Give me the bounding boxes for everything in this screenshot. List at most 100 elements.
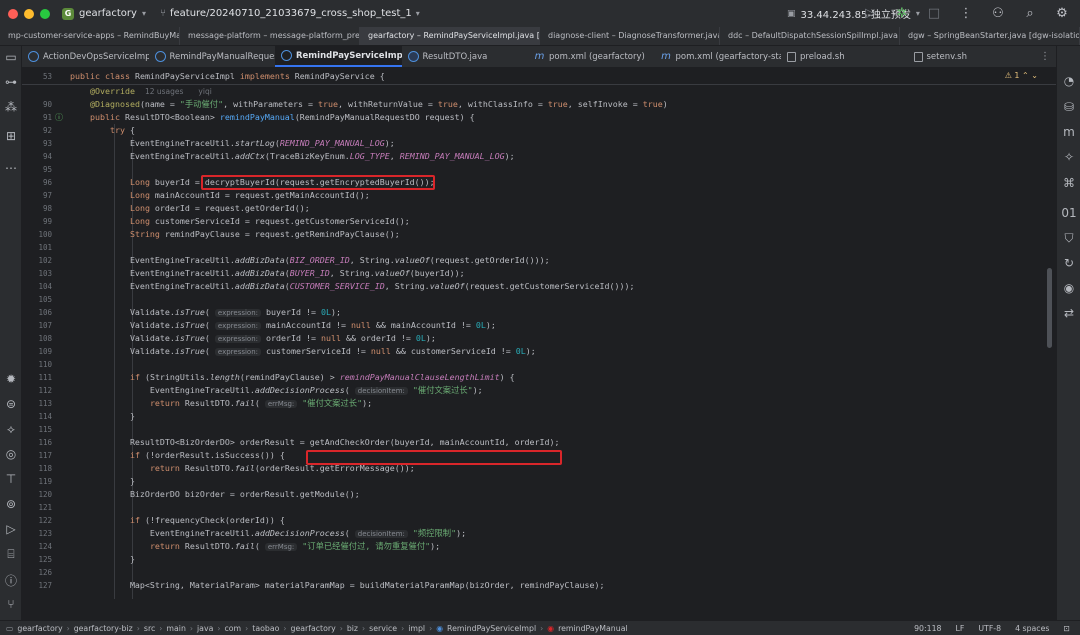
search-icon[interactable]: ⌕	[1020, 6, 1040, 21]
file-encoding[interactable]: UTF-8	[978, 624, 1001, 633]
window-controls	[8, 8, 50, 19]
java-class-icon: ◉	[436, 623, 444, 633]
project-tab[interactable]: mp-customer-service-apps – RemindBuyMa	[0, 27, 180, 45]
editor-tab[interactable]: ActionDevOpsServiceImpl.java	[22, 46, 149, 67]
breadcrumb-item[interactable]: src	[144, 624, 155, 633]
string-literal: "订单已经催付过, 请勿重复催付"	[302, 541, 431, 551]
line-gutter: 90 91 92 93 94 95 96 97 98 99 100 101 10…	[22, 68, 64, 620]
terminal-icon[interactable]: ⌸	[0, 547, 22, 562]
build-icon[interactable]: ⊜	[0, 397, 22, 411]
settings-gear-icon[interactable]: ⚙	[1052, 6, 1072, 21]
breadcrumb-item[interactable]: gearfactory	[17, 624, 62, 633]
modules-icon[interactable]: ⊞	[0, 129, 22, 143]
breadcrumb-item[interactable]: com	[224, 624, 241, 633]
author-hint[interactable]: yiqi	[198, 87, 211, 96]
run-icon[interactable]: ▷	[0, 522, 22, 536]
project-tab[interactable]: message-platform – message-platform_prel	[180, 27, 360, 45]
breadcrumb-item[interactable]: gearfactory	[291, 624, 336, 633]
code-line: return ResultDTO.fail( errMsg: "订单已经催付过,…	[149, 541, 441, 551]
notifications-bell-icon[interactable]: ◔	[1057, 74, 1080, 88]
line-number: 96	[42, 178, 52, 187]
line-number: 107	[38, 321, 52, 330]
code-content[interactable]: @Override 12 usages yiqi @Diagnosed(name…	[70, 68, 1056, 620]
breadcrumb-item[interactable]: taobao	[252, 624, 279, 633]
maven-icon: m	[534, 51, 545, 62]
breadcrumb-item[interactable]: service	[369, 624, 397, 633]
editor-tab[interactable]: RemindPayManualRequestDO.java	[149, 46, 275, 67]
breadcrumb-item[interactable]: remindPayManual	[558, 624, 628, 633]
project-tab-active[interactable]: gearfactory – RemindPayServiceImpl.java …	[360, 27, 540, 45]
line-number: 105	[38, 295, 52, 304]
maximize-window-button[interactable]	[40, 8, 50, 19]
endpoints-icon[interactable]: ⊚	[0, 497, 22, 511]
project-tab[interactable]: dgw – SpringBeanStarter.java [dgw-isolat…	[900, 27, 1080, 45]
copilot-icon[interactable]: ⌘	[1057, 176, 1080, 190]
project-selector[interactable]: G gearfactory ▾	[62, 7, 146, 20]
vertical-scrollbar[interactable]	[1047, 268, 1052, 348]
java-class-icon	[154, 51, 166, 62]
commit-icon[interactable]: ⊶	[0, 75, 22, 89]
project-tab[interactable]: diagnose-client – DiagnoseTransformer.ja…	[540, 27, 720, 45]
git-icon[interactable]: ⑂	[0, 597, 22, 611]
services-icon[interactable]: ◎	[0, 447, 22, 461]
user-icon[interactable]: ⚇	[988, 6, 1008, 21]
code-line: @Diagnosed(name = "手动催付", withParameters…	[89, 99, 668, 109]
code-line: }	[70, 554, 135, 564]
line-number: 114	[38, 412, 52, 421]
close-window-button[interactable]	[8, 8, 18, 19]
string-literal: "催付文案过长"	[302, 398, 363, 408]
code-line: BizOrderDO bizOrder = orderResult.getMod…	[70, 489, 360, 499]
more-vertical-icon[interactable]: ⋮	[1034, 46, 1056, 67]
database-icon[interactable]: ⛁	[1057, 100, 1080, 114]
breadcrumb-item[interactable]: impl	[408, 624, 425, 633]
project-name: gearfactory	[79, 8, 137, 19]
shield-icon[interactable]: ⛉	[1057, 231, 1080, 246]
structure-icon[interactable]: ⁂	[0, 100, 22, 114]
code-line: if (StringUtils.length(remindPayClause) …	[129, 372, 515, 382]
stop-icon[interactable]: □	[924, 6, 944, 21]
breadcrumb-item[interactable]: RemindPayServiceImpl	[447, 624, 536, 633]
editor-tab[interactable]: preload.sh	[781, 46, 908, 67]
line-number: 126	[38, 568, 52, 577]
line-number: 102	[38, 256, 52, 265]
hammer-icon[interactable]: ⊤	[0, 472, 22, 486]
editor-tab[interactable]: m pom.xml (gearfactory-start)	[655, 46, 782, 67]
ai-assistant-icon[interactable]: ✧	[1057, 150, 1080, 164]
breadcrumb-item[interactable]: gearfactory-biz	[74, 624, 133, 633]
project-tab[interactable]: ddc – DefaultDispatchSessionSpilImpl.jav…	[720, 27, 900, 45]
maven-icon[interactable]: m	[1057, 125, 1080, 139]
minimize-window-button[interactable]	[24, 8, 34, 19]
bookmark-icon[interactable]: ⟡	[0, 422, 22, 437]
plugin-icon[interactable]: ◉	[1057, 281, 1080, 295]
cursor-position[interactable]: 90:118	[914, 624, 941, 633]
indent-setting[interactable]: 4 spaces	[1015, 624, 1049, 633]
more-vertical-icon[interactable]: ⋮	[956, 6, 976, 21]
line-ending[interactable]: LF	[956, 624, 965, 633]
editor-tab-active[interactable]: RemindPayServiceImpl.java✕	[275, 46, 402, 67]
code-line: Long mainAccountId = request.getMainAcco…	[129, 190, 370, 200]
usages-hint[interactable]: 12 usages	[145, 87, 183, 96]
editor-tab[interactable]: setenv.sh	[908, 46, 1035, 67]
binary-icon[interactable]: 01	[1057, 206, 1080, 220]
bug-icon[interactable]: ✹	[0, 372, 22, 386]
more-horizontal-icon[interactable]: ⋯	[0, 161, 22, 175]
breadcrumb-item[interactable]: java	[197, 624, 213, 633]
param-hint: expression:	[214, 335, 262, 343]
problems-icon[interactable]: ⓘ	[0, 572, 22, 589]
branch-selector[interactable]: ⑂ feature/20240710_21033679_cross_shop_t…	[160, 8, 420, 19]
api-icon[interactable]: ⇄	[1057, 306, 1080, 320]
code-editor[interactable]: 90 91 92 93 94 95 96 97 98 99 100 101 10…	[22, 68, 1056, 620]
breadcrumb-item[interactable]: biz	[347, 624, 358, 633]
run-icon[interactable]: ▷	[860, 6, 880, 21]
tab-label: pom.xml (gearfactory-start)	[675, 51, 782, 62]
refresh-icon[interactable]: ↻	[1057, 256, 1080, 270]
editor-tab[interactable]: m pom.xml (gearfactory)	[528, 46, 655, 67]
implementation-gutter-icon[interactable]: ⓘ	[55, 111, 63, 124]
lock-icon[interactable]: ⊡	[1063, 624, 1070, 633]
warning-indicator[interactable]: ⚠ 1 ⌃ ⌄	[1005, 71, 1038, 80]
line-number: 120	[38, 490, 52, 499]
project-folder-icon[interactable]: ▭	[0, 50, 22, 64]
editor-tab[interactable]: ResultDTO.java	[402, 46, 529, 67]
debug-icon[interactable]: ✲	[892, 6, 912, 21]
breadcrumb-item[interactable]: main	[166, 624, 185, 633]
